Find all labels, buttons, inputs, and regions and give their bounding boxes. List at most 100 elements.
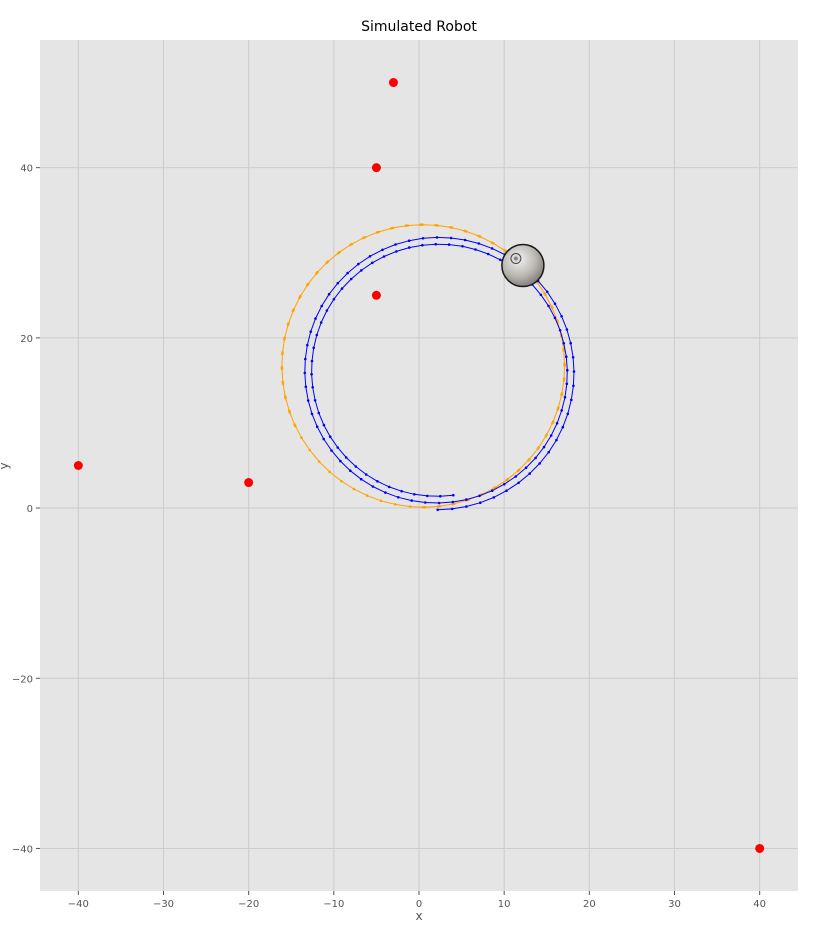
estimated-path-series-point (339, 459, 342, 463)
estimated-path-series-point (534, 456, 537, 460)
true-path-series-point (281, 382, 285, 385)
estimated-path-series-point (477, 242, 481, 245)
estimated-path-series-point (328, 435, 332, 439)
x-tick-label: −30 (153, 899, 174, 910)
estimated-path-series-point (538, 462, 541, 465)
estimated-path-series-point (330, 449, 333, 452)
estimated-path-series-point (563, 395, 567, 399)
estimated-path-series-point (545, 290, 549, 294)
estimated-path-series-point (450, 507, 454, 511)
estimated-path-series-point (371, 485, 375, 488)
estimated-path-series-point (413, 493, 416, 496)
true-path-series-point (408, 505, 412, 508)
true-path-series-point (340, 479, 343, 483)
true-path-series-point (362, 236, 365, 240)
estimated-path-series-point (435, 236, 439, 239)
estimated-path-series-point (387, 485, 391, 489)
estimated-path-series-point (478, 494, 481, 498)
estimated-path-series-point (424, 501, 427, 504)
estimated-path-series-point (306, 399, 310, 402)
estimated-path-series-point (553, 302, 557, 306)
estimated-path-series-point (479, 501, 482, 505)
x-tick-label: −10 (323, 899, 344, 910)
robot-disc-icon (501, 243, 545, 288)
estimated-path-series-point (376, 480, 379, 483)
true-path-series-point (336, 251, 340, 255)
true-path-series-point (490, 241, 494, 244)
estimated-path-series-point (517, 481, 520, 485)
estimated-path-series-point (499, 258, 502, 262)
x-tick-label: 10 (498, 899, 511, 910)
true-path-series-point (298, 296, 301, 300)
true-path-series-point (352, 487, 356, 491)
estimated-path-series-point (400, 489, 403, 493)
true-path-series-point (543, 292, 546, 295)
estimated-path-series-point (346, 271, 349, 275)
estimated-path-series-point (439, 494, 442, 498)
estimated-path-series-point (336, 446, 340, 449)
true-path-series-point (308, 448, 312, 452)
estimated-path-series-point (364, 473, 368, 476)
estimated-path-series-point (319, 321, 323, 324)
estimated-path-series-point (437, 501, 441, 505)
true-path-series-point (449, 226, 452, 229)
estimated-path-series-point (322, 423, 326, 427)
true-path-series-point (328, 470, 332, 474)
x-tick-label: 40 (753, 899, 766, 910)
true-path-series-point (503, 249, 506, 252)
estimated-path-series-point (514, 475, 517, 478)
true-path-series-point (550, 305, 553, 308)
x-axis-ticks: −40 −30 −20 −10 0 10 20 30 40 (68, 891, 766, 910)
estimated-path-series-point (447, 243, 451, 246)
true-path-series-point (280, 367, 284, 371)
true-path-series-point (423, 505, 427, 509)
estimated-path-series-point (410, 499, 414, 502)
estimated-path-series-point (304, 357, 307, 361)
true-path-series-point (379, 499, 383, 503)
true-path-series-point (434, 223, 437, 227)
y-axis-label: y (0, 462, 11, 469)
true-path-series-point (528, 457, 531, 461)
true-path-series-point (560, 392, 564, 395)
estimated-path-series-point (344, 456, 348, 459)
robot-sensor-center (513, 256, 518, 261)
y-tick-label: 0 (27, 504, 33, 515)
estimated-path-series-point (465, 505, 468, 508)
estimated-path-series-point (566, 412, 570, 416)
estimated-path-series-point (397, 496, 400, 499)
estimated-path-series-point (490, 247, 494, 250)
true-path-series-point (283, 338, 286, 341)
estimated-path-series-point (539, 293, 543, 297)
estimated-path-series-point (371, 261, 374, 265)
estimated-path-series-point (560, 409, 563, 412)
estimated-path-series-point (349, 277, 353, 281)
estimated-path-series-point (322, 437, 326, 441)
estimated-path-series-point (320, 304, 324, 308)
true-path-series-point (404, 224, 408, 227)
estimated-path-series-point (560, 315, 563, 318)
estimated-path-series-point (311, 386, 315, 389)
estimated-path-series-point (421, 237, 425, 240)
robot-body (501, 243, 545, 288)
true-path-series-point (284, 396, 287, 400)
true-path-series-point (349, 243, 352, 247)
estimated-path-series-point (449, 236, 453, 240)
estimated-path-series-point (503, 482, 506, 486)
estimated-path-series-point (354, 465, 358, 468)
estimated-path-series-point (572, 384, 575, 388)
x-tick-label: 20 (583, 899, 596, 910)
x-tick-label: 30 (668, 899, 681, 910)
landmark-point (244, 478, 254, 488)
estimated-path-series-point (465, 498, 468, 501)
estimated-path-series-point (332, 297, 336, 301)
true-path-series-point (300, 436, 303, 440)
true-path-series-point (315, 272, 318, 275)
true-path-series-point (562, 377, 566, 381)
estimated-path-series-point (310, 372, 313, 376)
true-path-series-point (365, 494, 369, 497)
estimated-path-series-point (314, 317, 317, 320)
x-axis-label: x (415, 909, 422, 923)
estimated-path-series-point (381, 248, 384, 252)
estimated-path-series-point (317, 411, 321, 415)
estimated-path-series-point (394, 243, 397, 246)
